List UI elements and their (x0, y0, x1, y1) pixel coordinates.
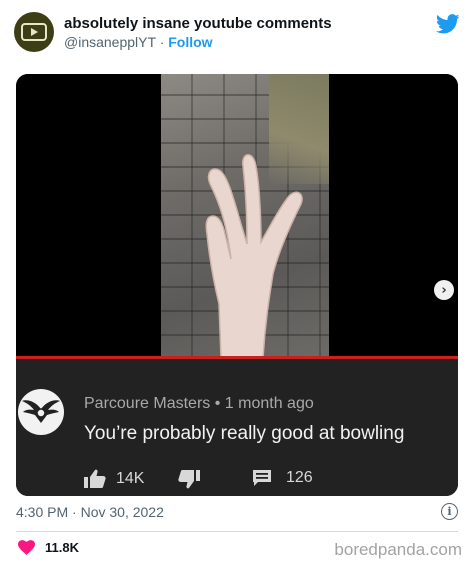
thumbs-up-icon (84, 469, 106, 488)
comment-meta: Parcoure Masters • 1 month ago (84, 395, 314, 413)
heart-icon (18, 540, 35, 555)
separator: · (159, 34, 165, 50)
tweet-like-button[interactable]: 11.8K (18, 540, 79, 555)
comment-like-button[interactable]: 14K (84, 469, 144, 489)
handle-line: @insanepplYT · Follow (64, 34, 213, 50)
twitter-bird-icon[interactable] (436, 14, 460, 34)
hand-illustration (205, 154, 303, 358)
reply-icon (253, 470, 271, 486)
comment-dislike-button[interactable] (178, 469, 200, 489)
tweet-like-count: 11.8K (45, 540, 79, 555)
comment-replies-button[interactable]: 126 (252, 469, 313, 487)
divider (16, 531, 458, 532)
video-frame[interactable] (16, 74, 458, 359)
tweet-header: absolutely insane youtube comments @insa… (14, 12, 460, 54)
tweet-timestamp[interactable]: 4:30 PM · Nov 30, 2022 (16, 504, 164, 520)
thumbs-down-icon (178, 470, 200, 489)
comment-age: 1 month ago (224, 395, 314, 412)
display-name[interactable]: absolutely insane youtube comments (64, 15, 332, 32)
youtube-comment: Parcoure Masters • 1 month ago You’re pr… (16, 359, 458, 496)
commenter-avatar[interactable] (18, 389, 64, 435)
winged-logo-icon (22, 400, 60, 423)
info-icon[interactable]: i (441, 503, 458, 520)
comment-reply-count: 126 (286, 469, 313, 486)
account-avatar[interactable] (14, 12, 54, 52)
embedded-screenshot[interactable]: › Parcoure Masters • 1 month ago You’re … (16, 74, 458, 496)
youtube-icon (21, 23, 47, 41)
comment-text: You’re probably really good at bowling (84, 423, 405, 444)
chevron-right-icon[interactable]: › (434, 280, 454, 300)
comment-author[interactable]: Parcoure Masters (84, 395, 210, 412)
video-thumbnail (161, 74, 329, 358)
follow-button[interactable]: Follow (168, 34, 212, 50)
watermark: boredpanda.com (334, 540, 462, 559)
handle[interactable]: @insanepplYT (64, 34, 156, 50)
meta-bullet: • (214, 395, 221, 412)
comment-like-count: 14K (116, 470, 145, 487)
